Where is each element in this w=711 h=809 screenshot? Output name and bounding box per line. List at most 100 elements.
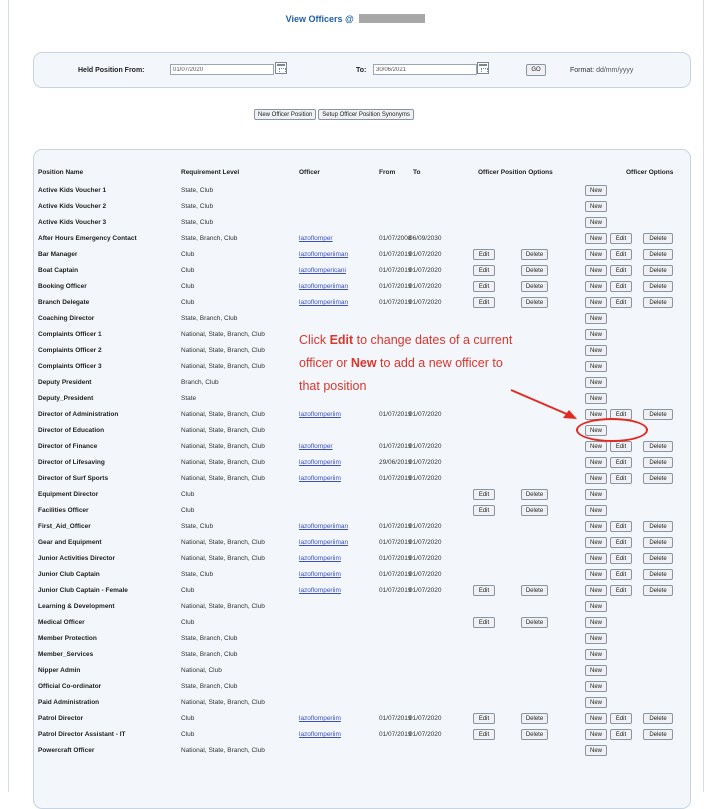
officer-link[interactable]: lazoflompericani (299, 267, 346, 274)
officer-delete-button[interactable]: Delete (643, 473, 673, 484)
position-edit-button[interactable]: Edit (473, 265, 495, 276)
position-edit-button[interactable]: Edit (473, 297, 495, 308)
officer-edit-button[interactable]: Edit (610, 729, 632, 740)
officer-new-button[interactable]: New (585, 233, 607, 244)
position-edit-button[interactable]: Edit (473, 617, 495, 628)
officer-delete-button[interactable]: Delete (643, 553, 673, 564)
calendar-icon[interactable] (477, 62, 489, 74)
officer-new-button[interactable]: New (585, 457, 607, 468)
position-edit-button[interactable]: Edit (473, 729, 495, 740)
held-from-input[interactable] (170, 64, 274, 75)
officer-new-button[interactable]: New (585, 713, 607, 724)
officer-delete-button[interactable]: Delete (643, 409, 673, 420)
officer-delete-button[interactable]: Delete (643, 265, 673, 276)
officer-link[interactable]: lazoflomperiim (299, 411, 341, 418)
officer-delete-button[interactable]: Delete (643, 249, 673, 260)
officer-edit-button[interactable]: Edit (610, 537, 632, 548)
officer-new-button[interactable]: New (585, 697, 607, 708)
officer-new-button[interactable]: New (585, 441, 607, 452)
position-edit-button[interactable]: Edit (473, 585, 495, 596)
officer-edit-button[interactable]: Edit (610, 297, 632, 308)
officer-delete-button[interactable]: Delete (643, 585, 673, 596)
officer-edit-button[interactable]: Edit (610, 553, 632, 564)
go-button[interactable]: GO (526, 64, 546, 76)
position-delete-button[interactable]: Delete (521, 281, 548, 292)
officer-new-button[interactable]: New (585, 281, 607, 292)
calendar-icon[interactable] (275, 62, 287, 74)
officer-delete-button[interactable]: Delete (643, 457, 673, 468)
officer-delete-button[interactable]: Delete (643, 441, 673, 452)
officer-new-button[interactable]: New (585, 601, 607, 612)
officer-link[interactable]: lazoflomperiiman (299, 539, 348, 546)
new-officer-position-button[interactable]: New Officer Position (254, 109, 317, 120)
position-delete-button[interactable]: Delete (521, 729, 548, 740)
officer-new-button[interactable]: New (585, 265, 607, 276)
officer-edit-button[interactable]: Edit (610, 441, 632, 452)
officer-new-button[interactable]: New (585, 537, 607, 548)
position-edit-button[interactable]: Edit (473, 249, 495, 260)
position-edit-button[interactable]: Edit (473, 713, 495, 724)
officer-new-button[interactable]: New (585, 617, 607, 628)
officer-new-button[interactable]: New (585, 569, 607, 580)
officer-new-button[interactable]: New (585, 297, 607, 308)
position-delete-button[interactable]: Delete (521, 713, 548, 724)
position-delete-button[interactable]: Delete (521, 265, 548, 276)
position-edit-button[interactable]: Edit (473, 281, 495, 292)
position-delete-button[interactable]: Delete (521, 505, 548, 516)
officer-new-button[interactable]: New (585, 585, 607, 596)
officer-new-button[interactable]: New (585, 185, 607, 196)
position-delete-button[interactable]: Delete (521, 489, 548, 500)
officer-delete-button[interactable]: Delete (643, 537, 673, 548)
officer-edit-button[interactable]: Edit (610, 233, 632, 244)
officer-edit-button[interactable]: Edit (610, 249, 632, 260)
officer-link[interactable]: lazoflomperiim (299, 587, 341, 594)
officer-delete-button[interactable]: Delete (643, 569, 673, 580)
officer-edit-button[interactable]: Edit (610, 473, 632, 484)
officer-delete-button[interactable]: Delete (643, 729, 673, 740)
officer-link[interactable]: lazoflomperiim (299, 731, 341, 738)
officer-link[interactable]: lazoflomperiim (299, 715, 341, 722)
officer-new-button[interactable]: New (585, 505, 607, 516)
officer-new-button[interactable]: New (585, 473, 607, 484)
officer-new-button[interactable]: New (585, 633, 607, 644)
officer-edit-button[interactable]: Edit (610, 569, 632, 580)
position-delete-button[interactable]: Delete (521, 585, 548, 596)
officer-new-button[interactable]: New (585, 665, 607, 676)
officer-edit-button[interactable]: Edit (610, 585, 632, 596)
officer-link[interactable]: lazoflomperiim (299, 475, 341, 482)
position-delete-button[interactable]: Delete (521, 297, 548, 308)
officer-delete-button[interactable]: Delete (643, 233, 673, 244)
to-date-input[interactable] (373, 64, 477, 75)
officer-link[interactable]: lazoflomper (299, 235, 333, 242)
position-edit-button[interactable]: Edit (473, 489, 495, 500)
officer-delete-button[interactable]: Delete (643, 297, 673, 308)
officer-link[interactable]: lazoflomperiiman (299, 251, 348, 258)
officer-new-button[interactable]: New (585, 217, 607, 228)
officer-link[interactable]: lazoflomper (299, 443, 333, 450)
officer-new-button[interactable]: New (585, 553, 607, 564)
officer-delete-button[interactable]: Delete (643, 521, 673, 532)
officer-link[interactable]: lazoflomperiim (299, 459, 341, 466)
officer-new-button[interactable]: New (585, 249, 607, 260)
position-edit-button[interactable]: Edit (473, 505, 495, 516)
setup-synonyms-button[interactable]: Setup Officer Position Synonyms (318, 109, 414, 120)
officer-link[interactable]: lazoflomperiim (299, 555, 341, 562)
officer-new-button[interactable]: New (585, 681, 607, 692)
officer-new-button[interactable]: New (585, 521, 607, 532)
officer-edit-button[interactable]: Edit (610, 457, 632, 468)
officer-link[interactable]: lazoflomperiiman (299, 283, 348, 290)
officer-delete-button[interactable]: Delete (643, 713, 673, 724)
officer-new-button[interactable]: New (585, 489, 607, 500)
officer-new-button[interactable]: New (585, 729, 607, 740)
officer-link[interactable]: lazoflomperiim (299, 571, 341, 578)
position-delete-button[interactable]: Delete (521, 249, 548, 260)
officer-edit-button[interactable]: Edit (610, 521, 632, 532)
officer-new-button[interactable]: New (585, 201, 607, 212)
officer-new-button[interactable]: New (585, 313, 607, 324)
officer-new-button[interactable]: New (585, 745, 607, 756)
officer-new-button[interactable]: New (585, 649, 607, 660)
officer-link[interactable]: lazoflomperiiman (299, 299, 348, 306)
officer-edit-button[interactable]: Edit (610, 281, 632, 292)
officer-link[interactable]: lazoflomperiiman (299, 523, 348, 530)
officer-delete-button[interactable]: Delete (643, 281, 673, 292)
